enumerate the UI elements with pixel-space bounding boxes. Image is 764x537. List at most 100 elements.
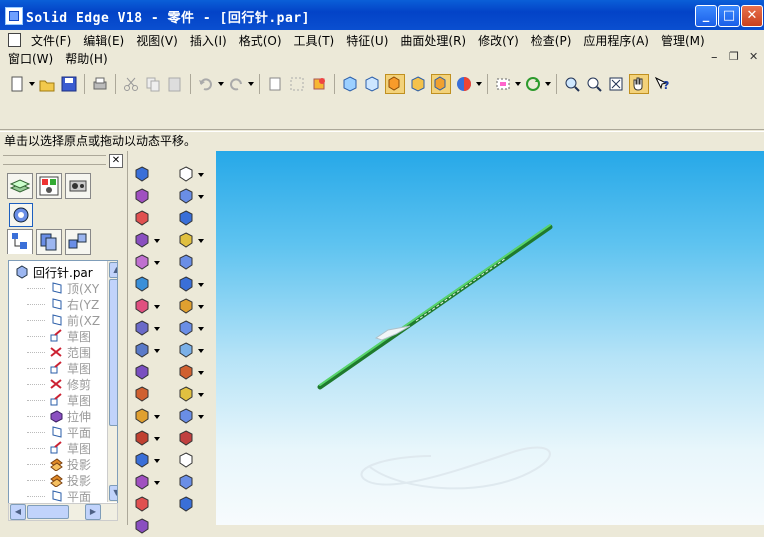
tree-vertical-scrollbar[interactable]: ▲ ▼: [107, 261, 117, 502]
tree-item[interactable]: 右(YZ: [49, 296, 99, 312]
pan-icon[interactable]: [629, 74, 649, 94]
ribbon-tool-icon[interactable]: [178, 386, 194, 402]
ribbon-tool-icon[interactable]: [178, 430, 194, 446]
undo-icon[interactable]: [197, 75, 215, 93]
ribbon-tool-dropdown[interactable]: [154, 327, 160, 334]
ribbon-tool-dropdown[interactable]: [198, 283, 204, 290]
family-tab-icon[interactable]: [36, 173, 62, 199]
menu-item-window-0[interactable]: 窗口(W): [0, 50, 59, 67]
menu-item-5[interactable]: 工具(T): [288, 32, 341, 49]
ribbon-tool-icon[interactable]: [134, 320, 150, 336]
ribbon-tool-dropdown[interactable]: [198, 305, 204, 312]
print-icon[interactable]: [91, 75, 109, 93]
cut-icon[interactable]: [122, 75, 140, 93]
view-front-icon[interactable]: [363, 75, 381, 93]
ribbon-tool-icon[interactable]: [134, 408, 150, 424]
library-tab-icon[interactable]: [36, 229, 62, 255]
ribbon-tool-icon[interactable]: [134, 386, 150, 402]
tree-item[interactable]: 平面: [49, 488, 91, 503]
ribbon-tool-dropdown[interactable]: [154, 481, 160, 488]
ribbon-tool-icon[interactable]: [178, 408, 194, 424]
ribbon-tool-icon[interactable]: [178, 166, 194, 182]
tree-item[interactable]: 草图: [49, 328, 91, 344]
menu-item-8[interactable]: 修改(Y): [472, 32, 525, 49]
menu-item-11[interactable]: 管理(M): [655, 32, 711, 49]
rotate-dropdown[interactable]: [544, 75, 552, 93]
appearance-dropdown[interactable]: [475, 75, 483, 93]
tree-item[interactable]: 范围: [49, 344, 91, 360]
select-tool-icon[interactable]: [288, 75, 306, 93]
tree-horizontal-scrollbar[interactable]: ◀ ▶: [8, 503, 118, 521]
ribbon-tool-icon[interactable]: [178, 188, 194, 204]
ribbon-tool-icon[interactable]: [134, 452, 150, 468]
scroll-left-button[interactable]: ◀: [10, 504, 26, 520]
save-icon[interactable]: [60, 75, 78, 93]
ribbon-tool-icon[interactable]: [178, 474, 194, 490]
shaded-edges-icon[interactable]: [409, 75, 427, 93]
shaded-visible-edges-icon[interactable]: [431, 74, 451, 94]
paste-icon[interactable]: [166, 75, 184, 93]
ribbon-tool-icon[interactable]: [134, 364, 150, 380]
ribbon-tool-icon[interactable]: [178, 364, 194, 380]
new-icon[interactable]: [8, 75, 26, 93]
redo-icon[interactable]: [227, 75, 245, 93]
ribbon-tool-dropdown[interactable]: [198, 239, 204, 246]
document-icon[interactable]: [8, 33, 21, 47]
ribbon-tool-dropdown[interactable]: [198, 393, 204, 400]
ribbon-tool-icon[interactable]: [134, 342, 150, 358]
menu-item-2[interactable]: 视图(V): [130, 32, 184, 49]
menu-item-7[interactable]: 曲面处理(R): [394, 32, 472, 49]
ribbon-tool-dropdown[interactable]: [154, 349, 160, 356]
scroll-thumb[interactable]: [109, 279, 117, 426]
rotate-icon[interactable]: [524, 75, 542, 93]
ribbon-tool-dropdown[interactable]: [198, 173, 204, 180]
ribbon-tool-dropdown[interactable]: [154, 459, 160, 466]
select-filter-dropdown[interactable]: [514, 75, 522, 93]
sensors-tab-icon[interactable]: [65, 173, 91, 199]
ribbon-tool-icon[interactable]: [178, 320, 194, 336]
undo-dropdown[interactable]: [217, 75, 225, 93]
tree-item[interactable]: 草图: [49, 360, 91, 376]
ribbon-tool-icon[interactable]: [134, 254, 150, 270]
tree-root-item[interactable]: 回行针.par: [15, 264, 93, 280]
view-iso-icon[interactable]: [341, 75, 359, 93]
fit-icon[interactable]: [607, 75, 625, 93]
ribbon-tool-icon[interactable]: [134, 232, 150, 248]
solid-edge-app-icon[interactable]: [5, 7, 23, 25]
mdi-minimize-button[interactable]: –: [711, 50, 718, 65]
ribbon-tool-icon[interactable]: [134, 430, 150, 446]
tree-item[interactable]: 拉伸: [49, 408, 91, 424]
ribbon-tool-icon[interactable]: [178, 276, 194, 292]
tree-item[interactable]: 前(XZ: [49, 312, 100, 328]
ribbon-tool-dropdown[interactable]: [154, 437, 160, 444]
copy-icon[interactable]: [144, 75, 162, 93]
pane-close-button[interactable]: ✕: [109, 154, 123, 168]
mdi-restore-button[interactable]: ❐: [729, 50, 739, 63]
settings-tab-icon[interactable]: [9, 203, 33, 227]
ribbon-tool-dropdown[interactable]: [198, 415, 204, 422]
open-icon[interactable]: [38, 75, 56, 93]
ribbon-tool-dropdown[interactable]: [154, 305, 160, 312]
menu-item-4[interactable]: 格式(O): [233, 32, 288, 49]
ribbon-tool-icon[interactable]: [134, 474, 150, 490]
help-icon[interactable]: ?: [653, 75, 671, 93]
menu-item-9[interactable]: 检查(P): [525, 32, 578, 49]
scroll-up-button[interactable]: ▲: [109, 262, 117, 278]
ribbon-tool-dropdown[interactable]: [198, 327, 204, 334]
ribbon-tool-icon[interactable]: [178, 452, 194, 468]
scroll-down-button[interactable]: ▼: [109, 485, 117, 501]
ribbon-tool-icon[interactable]: [178, 232, 194, 248]
graphics-viewport[interactable]: [216, 151, 764, 525]
assembly-tab-icon[interactable]: [65, 229, 91, 255]
menu-item-10[interactable]: 应用程序(A): [577, 32, 655, 49]
ribbon-tool-icon[interactable]: [178, 496, 194, 512]
ribbon-tool-icon[interactable]: [134, 210, 150, 226]
part-model[interactable]: [216, 151, 764, 525]
ribbon-tool-dropdown[interactable]: [198, 195, 204, 202]
ribbon-tool-icon[interactable]: [178, 210, 194, 226]
tree-item[interactable]: 修剪: [49, 376, 91, 392]
close-button[interactable]: ✕: [741, 5, 763, 27]
zoom-icon[interactable]: [585, 75, 603, 93]
scroll-right-button[interactable]: ▶: [85, 504, 101, 520]
hscroll-thumb[interactable]: [27, 505, 69, 519]
